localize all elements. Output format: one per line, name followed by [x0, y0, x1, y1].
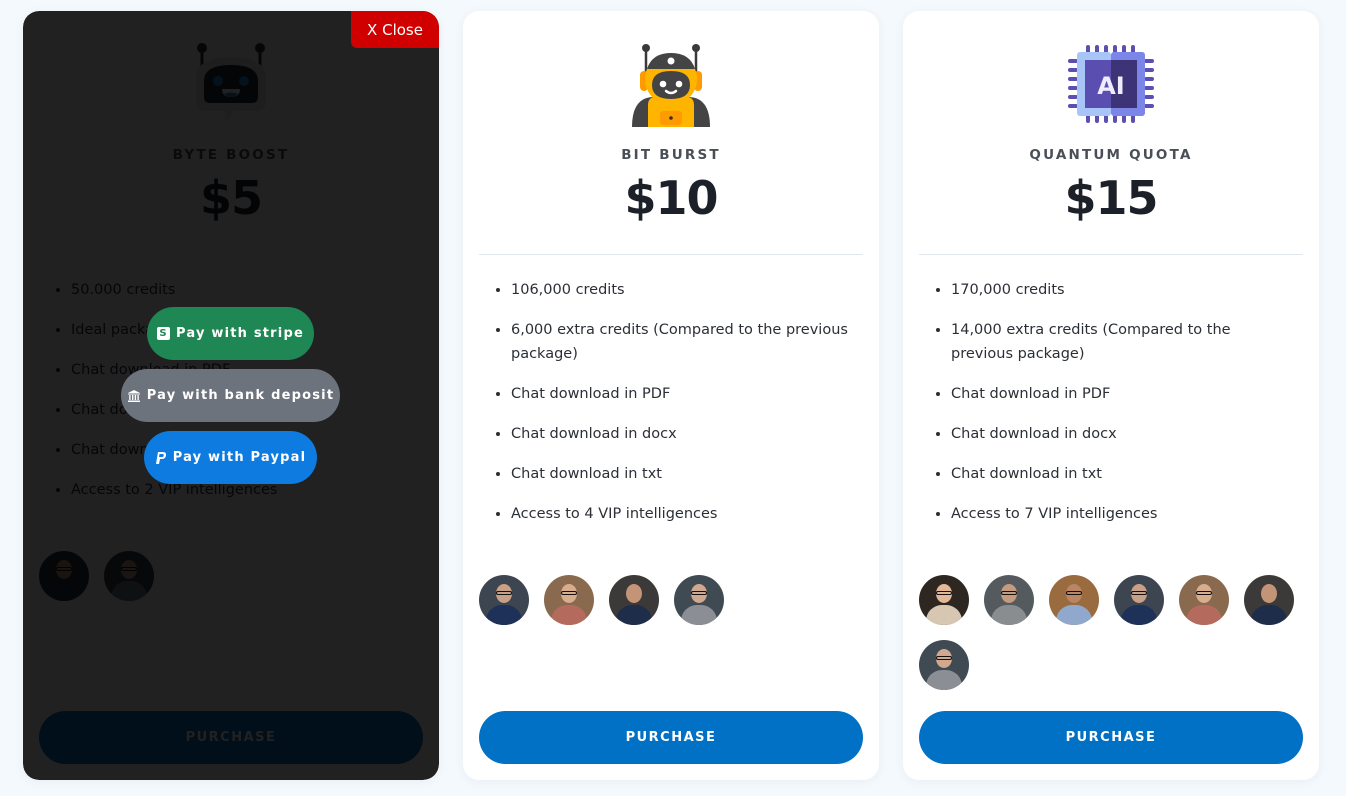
- avatar: [984, 575, 1034, 625]
- yellow-robot-icon: [626, 39, 716, 129]
- pay-stripe-label: Pay with stripe: [176, 326, 304, 341]
- feature-item: 170,000 credits: [951, 278, 1295, 302]
- feature-item: 14,000 extra credits (Compared to the pr…: [951, 318, 1295, 366]
- plan-card-quantum-quota: AI QUANTUM QUOTA $15 170,000 credits 14,…: [903, 11, 1319, 780]
- plan-price: $10: [624, 171, 718, 225]
- close-button[interactable]: X Close: [351, 11, 439, 48]
- plan-name: BIT BURST: [621, 147, 721, 163]
- avatar: [609, 575, 659, 625]
- pay-with-stripe-button[interactable]: S Pay with stripe: [147, 307, 314, 360]
- avatar: [674, 575, 724, 625]
- feature-item: Chat download in docx: [511, 422, 855, 446]
- feature-item: Chat download in txt: [511, 462, 855, 486]
- avatar: [479, 575, 529, 625]
- pay-bank-label: Pay with bank deposit: [146, 388, 335, 403]
- feature-item: Access to 4 VIP intelligences: [511, 502, 855, 526]
- avatar: [919, 640, 969, 690]
- plan-card-byte-boost: BYTE BOOST $5 50.000 credits Ideal packa…: [23, 11, 439, 780]
- pay-with-bank-deposit-button[interactable]: Pay with bank deposit: [121, 369, 340, 422]
- svg-text:AI: AI: [1097, 72, 1125, 100]
- avatar: [1244, 575, 1294, 625]
- purchase-button[interactable]: PURCHASE: [479, 711, 863, 764]
- stripe-icon: S: [157, 327, 171, 340]
- avatar: [1179, 575, 1229, 625]
- purchase-button[interactable]: PURCHASE: [919, 711, 1303, 764]
- plan-price: $15: [1064, 171, 1158, 225]
- pay-with-paypal-button[interactable]: Pay with Paypal: [144, 431, 317, 484]
- pay-paypal-label: Pay with Paypal: [172, 450, 307, 465]
- feature-item: Chat download in PDF: [511, 382, 855, 406]
- divider: [479, 254, 863, 255]
- feature-item: 106,000 credits: [511, 278, 855, 302]
- feature-item: Chat download in txt: [951, 462, 1295, 486]
- feature-list: 106,000 credits 6,000 extra credits (Com…: [511, 278, 855, 542]
- avatar: [1049, 575, 1099, 625]
- feature-item: Chat download in docx: [951, 422, 1295, 446]
- vip-avatars: [479, 575, 863, 625]
- feature-list: 170,000 credits 14,000 extra credits (Co…: [951, 278, 1295, 542]
- bank-icon: [127, 389, 141, 403]
- feature-item: 6,000 extra credits (Compared to the pre…: [511, 318, 855, 366]
- avatar: [1114, 575, 1164, 625]
- feature-item: Access to 7 VIP intelligences: [951, 502, 1295, 526]
- plan-card-bit-burst: BIT BURST $10 106,000 credits 6,000 extr…: [463, 11, 879, 780]
- ai-chip-icon: AI: [1066, 39, 1156, 129]
- feature-item: Chat download in PDF: [951, 382, 1295, 406]
- vip-avatars: [919, 575, 1303, 690]
- avatar: [919, 575, 969, 625]
- avatar: [544, 575, 594, 625]
- divider: [919, 254, 1303, 255]
- paypal-icon: [155, 451, 167, 465]
- plan-name: QUANTUM QUOTA: [1029, 147, 1193, 163]
